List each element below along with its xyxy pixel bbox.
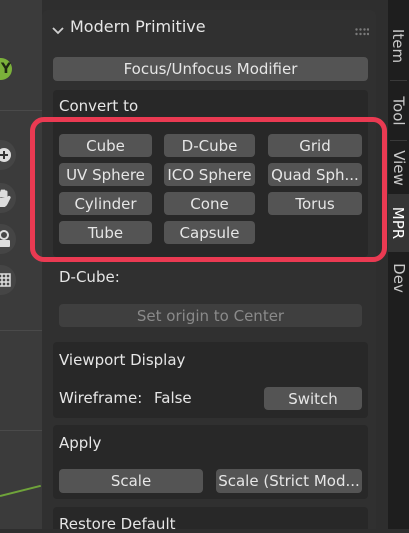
convert-dcube-button[interactable]: D-Cube — [164, 134, 255, 157]
axis-x-line — [0, 484, 41, 497]
convert-cylinder-button[interactable]: Cylinder — [59, 192, 152, 215]
convert-tube-button[interactable]: Tube — [59, 221, 152, 244]
convert-uv-sphere-button[interactable]: UV Sphere — [59, 163, 152, 186]
dcube-label: D-Cube: — [59, 268, 120, 286]
tab-view[interactable]: View — [388, 142, 409, 194]
zoom-icon[interactable] — [0, 140, 16, 170]
viewport-display-heading: Viewport Display — [59, 351, 186, 369]
grid-line — [0, 430, 42, 431]
drag-grip-icon[interactable] — [355, 22, 370, 40]
restore-default-heading: Restore Default — [59, 515, 176, 533]
apply-scale-strict-button[interactable]: Scale (Strict Mod... — [216, 469, 362, 493]
panel-title[interactable]: Modern Primitive — [70, 17, 206, 36]
viewport-3d[interactable]: Y — [0, 0, 42, 529]
grid-line — [0, 110, 42, 111]
tab-item[interactable]: Item — [388, 12, 409, 80]
camera-icon[interactable] — [0, 224, 16, 254]
convert-to-heading: Convert to — [59, 97, 139, 115]
apply-scale-button[interactable]: Scale — [59, 469, 203, 493]
tab-separator — [390, 140, 407, 141]
tab-mpr[interactable]: MPR — [388, 194, 409, 252]
wireframe-value: False — [154, 389, 192, 407]
set-origin-center-button[interactable]: Set origin to Center — [59, 304, 362, 327]
hand-pan-icon[interactable] — [0, 183, 16, 213]
convert-ico-sphere-button[interactable]: ICO Sphere — [164, 163, 255, 186]
chevron-down-icon[interactable] — [52, 22, 64, 40]
apply-heading: Apply — [59, 434, 102, 452]
tab-tool[interactable]: Tool — [388, 82, 409, 140]
convert-capsule-button[interactable]: Capsule — [164, 221, 255, 244]
convert-grid-button[interactable]: Grid — [268, 134, 362, 157]
grid-line — [0, 330, 42, 331]
convert-quad-sphere-button[interactable]: Quad Sph... — [268, 163, 362, 186]
wireframe-label: Wireframe: — [59, 389, 143, 407]
axis-y-gizmo[interactable]: Y — [0, 58, 12, 80]
wireframe-switch-button[interactable]: Switch — [264, 387, 362, 410]
convert-cube-button[interactable]: Cube — [59, 134, 152, 157]
focus-unfocus-modifier-button[interactable]: Focus/Unfocus Modifier — [53, 57, 368, 81]
convert-cone-button[interactable]: Cone — [164, 192, 255, 215]
tab-separator — [390, 80, 407, 81]
tab-dev[interactable]: Dev — [388, 252, 409, 304]
grid-view-icon[interactable] — [0, 265, 16, 295]
convert-torus-button[interactable]: Torus — [268, 192, 362, 215]
